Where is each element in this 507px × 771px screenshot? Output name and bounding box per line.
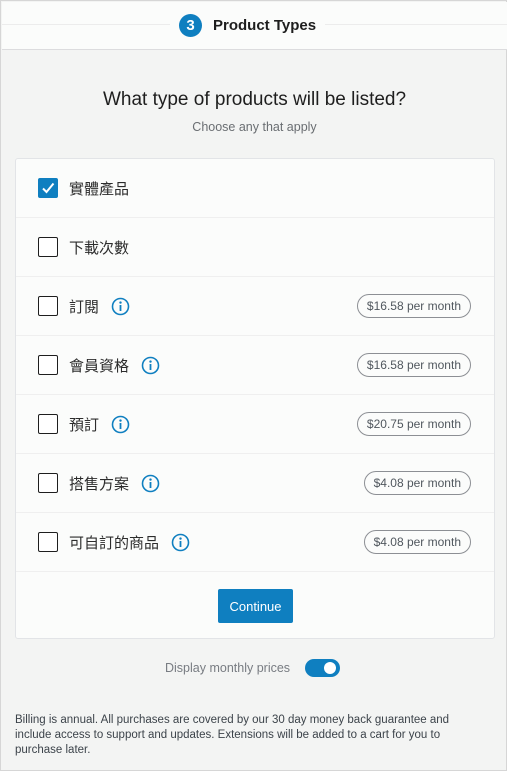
product-type-option[interactable]: 預訂 $20.75 per month (16, 395, 494, 454)
info-icon[interactable] (111, 297, 130, 316)
checkbox-checked[interactable] (38, 178, 58, 198)
option-label-group: 可自訂的商品 (69, 532, 190, 553)
price-badge: $4.08 per month (363, 530, 471, 554)
monthly-prices-toggle[interactable] (305, 659, 341, 677)
checkbox[interactable] (38, 355, 58, 375)
step-header: 3 Product Types (2, 2, 507, 50)
price-badge: $4.08 per month (363, 471, 471, 495)
checkbox[interactable] (38, 296, 58, 316)
step-title: Product Types (213, 16, 317, 34)
option-label: 會員資格 (69, 357, 130, 375)
info-icon[interactable] (141, 474, 160, 493)
option-label: 搭售方案 (69, 475, 130, 493)
checkmark-icon (42, 182, 55, 194)
onboarding-panel: 3 Product Types What type of products wi… (0, 0, 507, 771)
price-badge: $16.58 per month (356, 294, 471, 318)
checkbox[interactable] (38, 473, 58, 493)
product-type-option[interactable]: 可自訂的商品 $4.08 per month (16, 513, 494, 572)
price-badge: $16.58 per month (356, 353, 471, 377)
toggle-knob (324, 662, 337, 674)
option-label-group: 訂閱 (69, 296, 130, 317)
product-type-option[interactable]: 實體產品 (16, 159, 494, 218)
checkbox[interactable] (38, 237, 58, 257)
option-label-group: 下載次數 (69, 237, 129, 258)
option-label: 可自訂的商品 (69, 534, 160, 552)
info-icon[interactable] (111, 415, 130, 434)
option-label: 實體產品 (69, 180, 130, 198)
option-label-group: 實體產品 (69, 178, 129, 199)
step-number-badge: 3 (179, 13, 202, 37)
monthly-prices-toggle-row: Display monthly prices (165, 657, 341, 679)
continue-button[interactable]: Continue (218, 589, 293, 623)
product-type-option[interactable]: 搭售方案 $4.08 per month (16, 454, 494, 513)
product-type-option[interactable]: 會員資格 $16.58 per month (16, 336, 494, 395)
toggle-label: Display monthly prices (165, 661, 291, 675)
option-label-group: 搭售方案 (69, 473, 160, 494)
option-label: 預訂 (69, 416, 100, 434)
price-badge: $20.75 per month (356, 412, 471, 436)
checkbox[interactable] (38, 414, 58, 434)
billing-note: Billing is annual. All purchases are cov… (15, 714, 450, 756)
product-types-card: 實體產品下載次數訂閱 $16.58 per month 會員資格 $16.58 per… (15, 158, 495, 639)
option-label-group: 預訂 (69, 414, 130, 435)
option-label-group: 會員資格 (69, 355, 160, 376)
page-title: What type of products will be listed? (102, 89, 407, 110)
info-icon[interactable] (171, 533, 190, 552)
info-icon[interactable] (141, 356, 160, 375)
page-subtitle: Choose any that apply (192, 120, 317, 134)
step-indicator: 3 Product Types (170, 12, 326, 38)
checkbox[interactable] (38, 532, 58, 552)
option-label: 下載次數 (69, 239, 130, 257)
option-label: 訂閱 (69, 298, 100, 316)
product-type-option[interactable]: 訂閱 $16.58 per month (16, 277, 494, 336)
product-type-option[interactable]: 下載次數 (16, 218, 494, 277)
